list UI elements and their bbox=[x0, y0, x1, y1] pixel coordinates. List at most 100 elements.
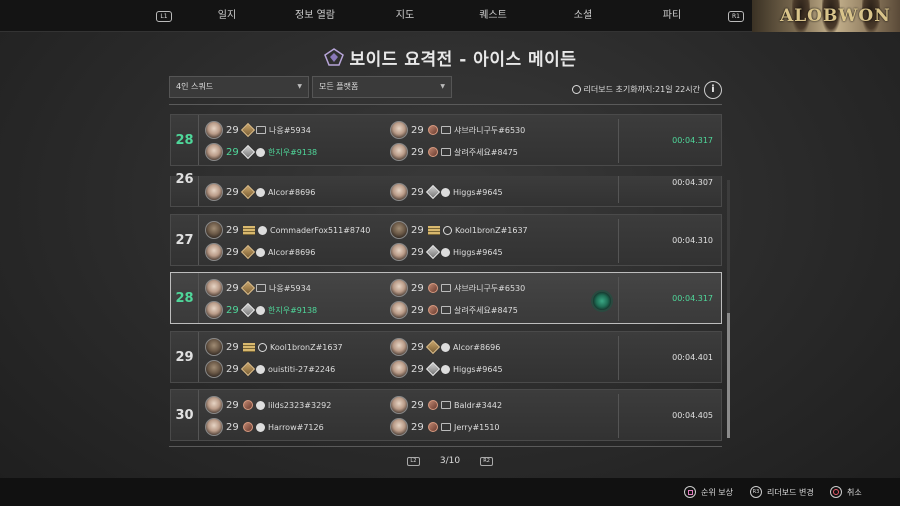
player-entry[interactable]: 29 Harrow#7126 bbox=[205, 417, 324, 437]
rank-number: 29 bbox=[171, 332, 199, 382]
player-entry[interactable]: 29 Alcor#8696 bbox=[205, 242, 315, 262]
player-entry[interactable]: 29 한지우#9138 bbox=[205, 142, 317, 162]
scrollbar-thumb[interactable] bbox=[727, 313, 730, 438]
player-entry[interactable]: 29 Alcor#8696 bbox=[390, 337, 500, 357]
promo-banner[interactable]: ALOBWON bbox=[752, 0, 900, 32]
player-level: 29 bbox=[226, 363, 239, 375]
player-level: 29 bbox=[226, 282, 239, 294]
avatar bbox=[390, 418, 408, 436]
player-entry[interactable]: 29 한지우#9138 bbox=[205, 300, 317, 320]
player-entry[interactable]: 29 Higgs#9645 bbox=[390, 242, 503, 262]
player-entry[interactable]: 29 Kool1bronZ#1637 bbox=[390, 220, 528, 240]
player-entry[interactable]: 29 샤브라니구두#6530 bbox=[390, 278, 525, 298]
l2-prev-page-button[interactable]: L2 bbox=[406, 456, 420, 466]
playstation-platform-icon bbox=[256, 305, 265, 315]
tab-info[interactable]: 정보 열람 bbox=[271, 0, 359, 32]
avatar bbox=[390, 183, 408, 201]
player-level: 29 bbox=[411, 124, 424, 136]
player-name: Jerry#1510 bbox=[454, 422, 500, 432]
leaderboard-row[interactable]: 30 29 lilds2323#3292 29 Baldr#3442 29 Ha… bbox=[170, 389, 722, 441]
player-entry[interactable]: 29 나옹#5934 bbox=[205, 278, 311, 298]
rank-value: 28 bbox=[175, 132, 194, 148]
player-entry[interactable]: 29 Higgs#9645 bbox=[390, 359, 503, 379]
pc-platform-icon bbox=[441, 306, 451, 314]
divider bbox=[618, 119, 619, 163]
player-level: 29 bbox=[411, 146, 424, 158]
tab-quest[interactable]: 퀘스트 bbox=[449, 0, 537, 32]
promo-text: ALOBWON bbox=[780, 6, 891, 26]
bronze-rank-icon bbox=[428, 422, 438, 432]
player-entry[interactable]: 29 Baldr#3442 bbox=[390, 395, 502, 415]
rank-value: 27 bbox=[175, 232, 194, 248]
divider bbox=[618, 336, 619, 380]
player-entry[interactable]: 29 살려주세요#8475 bbox=[390, 300, 518, 320]
avatar bbox=[390, 221, 408, 239]
r1-shoulder-icon[interactable]: R1 bbox=[728, 11, 744, 22]
silver-rank-icon bbox=[240, 302, 256, 318]
player-name: Kool1bronZ#1637 bbox=[455, 225, 528, 235]
l1-shoulder-icon[interactable]: L1 bbox=[156, 11, 172, 22]
bronze-rank-icon bbox=[428, 147, 438, 157]
squad-dropdown[interactable]: 4인 스쿼드 ▼ bbox=[169, 76, 309, 98]
tab-social[interactable]: 소셜 bbox=[539, 0, 627, 32]
player-level: 29 bbox=[226, 421, 239, 433]
player-entry[interactable]: 29 살려주세요#8475 bbox=[390, 142, 518, 162]
leaderboard-row[interactable]: 27 29 CommaderFox511#8740 29 Kool1bronZ#… bbox=[170, 214, 722, 266]
playstation-platform-icon bbox=[441, 187, 450, 197]
bronze-rank-icon bbox=[428, 305, 438, 315]
player-level: 29 bbox=[411, 399, 424, 411]
platform-dropdown[interactable]: 모든 플랫폼 ▼ bbox=[312, 76, 452, 98]
tab-journal[interactable]: 일지 bbox=[183, 0, 271, 32]
leaderboard-row[interactable]: 29 29 Kool1bronZ#1637 29 Alcor#8696 29 o… bbox=[170, 331, 722, 383]
player-entry[interactable]: 29 Kool1bronZ#1637 bbox=[205, 337, 343, 357]
avatar bbox=[205, 121, 223, 139]
player-entry[interactable]: 29 lilds2323#3292 bbox=[205, 395, 331, 415]
square-button-icon bbox=[684, 486, 696, 498]
player-entry[interactable]: 29 샤브라니구두#6530 bbox=[390, 120, 525, 140]
clear-time: 00:04.307 bbox=[672, 178, 713, 187]
cancel-hint[interactable]: 취소 bbox=[830, 486, 862, 498]
tab-party[interactable]: 파티 bbox=[628, 0, 716, 32]
info-button[interactable]: i bbox=[704, 81, 722, 99]
player-name: Higgs#9645 bbox=[453, 247, 503, 257]
avatar bbox=[390, 301, 408, 319]
pc-platform-icon bbox=[256, 284, 266, 292]
tab-map[interactable]: 지도 bbox=[361, 0, 449, 32]
player-entry[interactable]: 29 CommaderFox511#8740 bbox=[205, 220, 370, 240]
silver-rank-icon bbox=[425, 184, 441, 200]
player-level: 29 bbox=[226, 146, 239, 158]
diamond-rank-icon bbox=[425, 339, 441, 355]
rank-value: 28 bbox=[175, 290, 194, 306]
timer-icon bbox=[571, 85, 581, 94]
r2-next-page-button[interactable]: R2 bbox=[480, 456, 494, 466]
player-entry[interactable]: 29 Alcor#8696 bbox=[205, 182, 315, 202]
caret-down-icon: ▼ bbox=[297, 83, 302, 90]
player-entry[interactable]: 29 Jerry#1510 bbox=[390, 417, 500, 437]
tab-label: 파티 bbox=[662, 10, 682, 21]
player-name: 한지우#9138 bbox=[268, 305, 318, 315]
player-name: 한지우#9138 bbox=[268, 147, 318, 157]
page-indicator: 3/10 bbox=[439, 456, 461, 466]
player-level: 29 bbox=[411, 421, 424, 433]
player-entry[interactable]: 29 나옹#5934 bbox=[205, 120, 311, 140]
wing-rank-icon bbox=[428, 225, 440, 235]
player-name: 샤브라니구두#6530 bbox=[454, 125, 526, 135]
change-leaderboard-hint[interactable]: R3 리더보드 변경 bbox=[750, 486, 814, 498]
player-entry[interactable]: 29 ouistiti-27#2246 bbox=[205, 359, 335, 379]
avatar bbox=[390, 360, 408, 378]
player-entry[interactable]: 29 Higgs#9645 bbox=[390, 182, 503, 202]
tab-label: 퀘스트 bbox=[479, 10, 507, 21]
rank-number: 28 bbox=[171, 273, 199, 323]
own-record-row[interactable]: 28 29 나옹#5934 29 샤브라니구두#6530 29 한지우#9138… bbox=[170, 114, 722, 166]
leaderboard-row-selected[interactable]: 28 29 나옹#5934 29 샤브라니구두#6530 29 한지우#9138… bbox=[170, 272, 722, 324]
leaderboard-row[interactable]: 26 29 Alcor#8696 29 Higgs#9645 00:04.307 bbox=[170, 172, 722, 207]
player-name: 나옹#5934 bbox=[269, 125, 311, 135]
player-level: 29 bbox=[226, 304, 239, 316]
rank-reward-hint[interactable]: 순위 보상 bbox=[684, 486, 733, 498]
avatar bbox=[205, 143, 223, 161]
avatar bbox=[205, 396, 223, 414]
tab-label: 지도 bbox=[395, 10, 415, 21]
diamond-rank-icon bbox=[240, 122, 256, 138]
tab-label: 정보 열람 bbox=[295, 10, 335, 21]
avatar bbox=[205, 360, 223, 378]
